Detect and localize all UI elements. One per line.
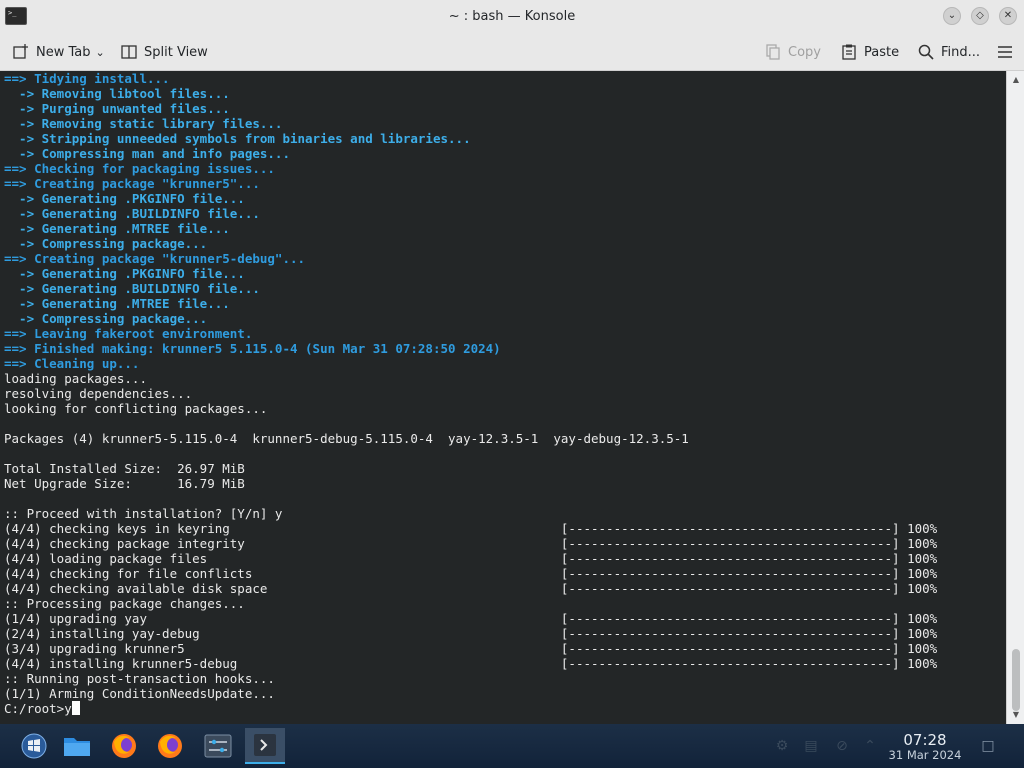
terminal-line: (4/4) loading package files [-----------… — [4, 551, 938, 566]
konsole-task-button[interactable] — [245, 728, 285, 764]
terminal-line: (1/1) Arming ConditionNeedsUpdate... — [4, 686, 275, 701]
terminal-line: -> Generating .BUILDINFO file... — [4, 206, 260, 221]
terminal-line: -> Removing static library files... — [4, 116, 283, 131]
terminal-line: :: Processing package changes... — [4, 596, 245, 611]
terminal-line: ==> Leaving fakeroot environment. — [4, 326, 253, 341]
scrollbar-thumb[interactable] — [1012, 649, 1020, 711]
terminal-line: ==> Creating package "krunner5-debug"... — [4, 251, 306, 266]
terminal-line: (4/4) checking for file conflicts [-----… — [4, 566, 938, 581]
terminal-line: Packages (4) krunner5-5.115.0-4 krunner5… — [4, 431, 689, 446]
scroll-up-icon[interactable]: ▲ — [1011, 75, 1021, 85]
firefox-button-1[interactable] — [104, 728, 144, 764]
paste-button[interactable]: Paste — [840, 41, 899, 63]
system-settings-button[interactable] — [198, 728, 238, 764]
search-icon — [917, 43, 935, 61]
title-bar: >_ ~ : bash — Konsole ⌄ ◇ ✕ — [0, 0, 1024, 33]
terminal-scrollbar[interactable]: ▲ ▼ — [1006, 71, 1024, 724]
paste-label: Paste — [864, 44, 900, 60]
split-view-button[interactable]: Split View — [120, 41, 208, 63]
find-button[interactable]: Find... — [917, 41, 980, 63]
terminal-line: -> Generating .PKGINFO file... — [4, 266, 245, 281]
clock-date[interactable]: 31 Mar 2024 — [880, 748, 970, 762]
find-label: Find... — [941, 44, 981, 60]
terminal-line: resolving dependencies... — [4, 386, 193, 401]
chevron-up-icon[interactable]: ⌃ — [860, 736, 880, 756]
new-tab-icon — [12, 43, 30, 61]
show-desktop-icon[interactable]: □ — [978, 736, 998, 756]
split-view-icon — [120, 43, 138, 61]
terminal-lines: ==> Tidying install... -> Removing libto… — [4, 71, 937, 716]
chevron-down-icon: ⌄ — [95, 45, 105, 59]
firefox-icon — [158, 734, 182, 758]
close-icon: ✕ — [1003, 10, 1013, 21]
terminal-line: ==> Cleaning up... — [4, 356, 140, 371]
terminal-line: (3/4) upgrading krunner5 [--------------… — [4, 641, 938, 656]
copy-button[interactable]: Copy — [764, 41, 821, 63]
terminal-line: -> Compressing package... — [4, 236, 208, 251]
terminal-line: loading packages... — [4, 371, 147, 386]
terminal-line: -> Generating .MTREE file... — [4, 296, 230, 311]
terminal-line: (4/4) checking keys in keyring [--------… — [4, 521, 938, 536]
clock-time[interactable]: 07:28 — [880, 731, 970, 749]
terminal-line: ==> Checking for packaging issues... — [4, 161, 275, 176]
new-tab-label: New Tab — [36, 44, 91, 60]
file-manager-button[interactable] — [57, 728, 97, 764]
terminal-line: -> Generating .PKGINFO file... — [4, 191, 245, 206]
network-tray-icon[interactable]: ⚙ — [772, 736, 792, 756]
window-title: ~ : bash — Konsole — [448, 9, 576, 24]
terminal-line: :: Running post-transaction hooks... — [4, 671, 275, 686]
terminal-line: -> Compressing man and info pages... — [4, 146, 290, 161]
terminal-line: looking for conflicting packages... — [4, 401, 268, 416]
close-button[interactable]: ✕ — [999, 7, 1017, 25]
terminal-prompt-line: C:/root>y — [4, 701, 937, 716]
terminal-line: (1/4) upgrading yay [-------------------… — [4, 611, 938, 626]
terminal-line: Net Upgrade Size: 16.79 MiB — [4, 476, 245, 491]
terminal-output[interactable]: ==> Tidying install... -> Removing libto… — [0, 71, 1006, 724]
maximize-button[interactable]: ◇ — [971, 7, 989, 25]
terminal-line: :: Proceed with installation? [Y/n] y — [4, 506, 283, 521]
konsole-app-icon: >_ — [5, 7, 27, 25]
chevron-down-icon: ⌄ — [947, 10, 957, 21]
terminal-line: -> Purging unwanted files... — [4, 101, 230, 116]
terminal-line: ==> Tidying install... — [4, 71, 170, 86]
terminal-line: Total Installed Size: 26.97 MiB — [4, 461, 245, 476]
clipboard-tray-icon[interactable]: ▤ — [801, 736, 821, 756]
terminal-line: (4/4) installing krunner5-debug [-------… — [4, 656, 938, 671]
terminal-line: -> Generating .MTREE file... — [4, 221, 230, 236]
terminal-icon — [254, 734, 276, 756]
terminal-line: -> Generating .BUILDINFO file... — [4, 281, 260, 296]
hamburger-menu-button[interactable] — [996, 41, 1020, 63]
terminal-line: (2/4) installing yay-debug [------------… — [4, 626, 938, 641]
copy-icon — [764, 43, 782, 61]
copy-label: Copy — [788, 44, 821, 60]
volume-muted-icon[interactable]: ⊘ — [832, 736, 852, 756]
scroll-down-icon[interactable]: ▼ — [1011, 710, 1021, 720]
toolbar: New Tab ⌄ Split View Copy Paste Find... — [0, 33, 1024, 71]
terminal-line: -> Removing libtool files... — [4, 86, 230, 101]
terminal-line: ==> Finished making: krunner5 5.115.0-4 … — [4, 341, 501, 356]
terminal-line: -> Compressing package... — [4, 311, 208, 326]
text-cursor — [71, 701, 80, 715]
settings-icon — [204, 734, 232, 758]
start-menu-icon — [21, 733, 47, 759]
hamburger-menu-icon — [996, 43, 1014, 61]
diamond-icon: ◇ — [976, 10, 984, 21]
paste-icon — [840, 43, 858, 61]
terminal-line: -> Stripping unneeded symbols from binar… — [4, 131, 471, 146]
new-tab-button[interactable]: New Tab ⌄ — [12, 41, 105, 63]
terminal-line: ==> Creating package "krunner5"... — [4, 176, 260, 191]
start-menu-button[interactable] — [14, 728, 54, 764]
terminal-line: (4/4) checking package integrity [------… — [4, 536, 938, 551]
minimize-button[interactable]: ⌄ — [943, 7, 961, 25]
taskbar: ⚙ ▤ ⊘ ⌃ □ — [0, 724, 1024, 768]
firefox-button-2[interactable] — [150, 728, 190, 764]
split-view-label: Split View — [144, 44, 208, 60]
prompt-text: C:/root>y — [4, 701, 72, 716]
firefox-icon — [112, 734, 136, 758]
terminal-line: (4/4) checking available disk space [---… — [4, 581, 938, 596]
file-manager-icon — [64, 738, 90, 756]
